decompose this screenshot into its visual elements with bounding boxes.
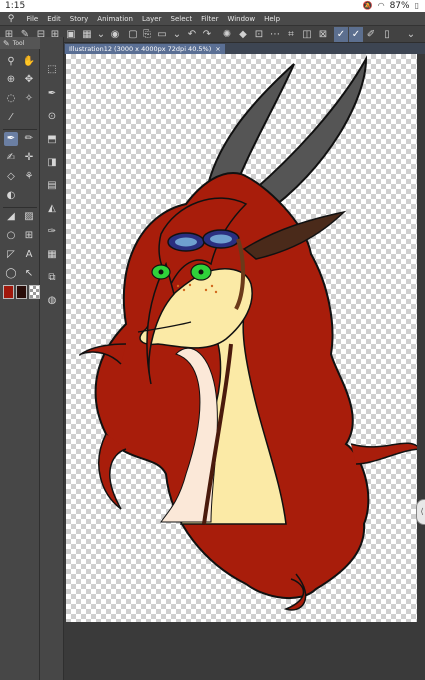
snap-icon[interactable]: ⊠ (316, 27, 330, 42)
goggle-right-lens (210, 234, 232, 244)
figure-tool-icon[interactable]: ○ (4, 229, 18, 243)
material-icon[interactable]: ▦ (45, 248, 59, 262)
layer-move-icon[interactable]: ⬚ (45, 63, 59, 77)
gradient-tool-icon[interactable]: ▨ (22, 210, 36, 224)
pen-header-icon: ✎ (3, 38, 10, 48)
canvas-tab-bar: Illustration12 (3000 x 4000px 72dpi 40.5… (64, 43, 425, 54)
save-icon[interactable]: ▭ (155, 27, 169, 42)
battery-percent: 87% (389, 1, 410, 11)
ruler-snap-icon[interactable]: ✓ (334, 27, 348, 42)
close-icon[interactable]: × (215, 45, 220, 53)
battery-icon: ▯ (414, 1, 419, 10)
sparkle-icon[interactable]: ✺ (220, 27, 234, 42)
clip-studio-window: 1:15 🔕 ◠ 87% ▯ ⚲ File Edit Story Animati… (0, 0, 425, 680)
dragon-illustration (79, 55, 417, 611)
color-icon[interactable]: ◍ (45, 294, 59, 308)
blend-tool-icon[interactable]: ◐ (4, 189, 18, 203)
menu-bar: ⚲ File Edit Story Animation Layer Select… (0, 12, 425, 25)
zoom-tool-icon[interactable]: ⚲ (4, 55, 18, 69)
tool-separator (3, 129, 37, 130)
side-panel-handle[interactable]: ⟨ (416, 499, 425, 525)
pen-pressure-icon[interactable]: ✐ (364, 27, 378, 42)
reference-icon[interactable]: ⊙ (45, 110, 59, 124)
dropdown-chevron-icon[interactable]: ⌄ (94, 27, 108, 42)
pupil-right (198, 269, 204, 275)
screen-icon[interactable]: ▣ (64, 27, 78, 42)
main-color-swatch[interactable] (3, 285, 14, 299)
frame-tool-icon[interactable]: ⊞ (22, 229, 36, 243)
mute-icon: 🔕 (362, 1, 373, 10)
android-status-bar: 1:15 🔕 ◠ 87% ▯ (0, 0, 425, 12)
canvas-area[interactable]: ⟨ (64, 54, 425, 680)
fill-icon[interactable]: ◆ (236, 27, 250, 42)
brush-preset-icon[interactable]: ✑ (45, 225, 59, 239)
curl-right (350, 442, 417, 465)
magic-wand-icon[interactable]: ✧ (22, 92, 36, 106)
device-icon[interactable]: ▯ (380, 27, 394, 42)
menu-select[interactable]: Select (166, 15, 197, 23)
menu-help[interactable]: Help (260, 15, 285, 23)
layers-icon[interactable]: ▦ (80, 27, 94, 42)
capture-icon[interactable]: ◉ (108, 27, 122, 42)
pen-subtool-icon[interactable]: ✒ (45, 87, 59, 101)
decoration-tool-icon[interactable]: ✛ (22, 151, 36, 165)
layer-property-icon[interactable]: ▤ (45, 179, 59, 193)
pencil-tool-icon[interactable]: ✏ (22, 132, 36, 146)
undo-icon[interactable]: ↶ (185, 27, 199, 42)
tool-panel-header: ✎ Tool (0, 37, 40, 49)
operation-tool-icon[interactable]: ⊕ (4, 73, 18, 87)
canvas-tab-title: Illustration12 (3000 x 4000px 72dpi 40.5… (69, 45, 212, 53)
new-file-icon[interactable]: ▢ (126, 27, 140, 42)
invert-icon[interactable]: ◫ (300, 27, 314, 42)
sub-color-swatch[interactable] (16, 285, 27, 299)
tool-separator (3, 207, 37, 208)
ruler-tool-icon[interactable]: ◸ (4, 248, 18, 262)
vector-icon[interactable]: ◭ (45, 202, 59, 216)
menu-animation[interactable]: Animation (93, 15, 138, 23)
menu-layer[interactable]: Layer (137, 15, 166, 23)
menu-story[interactable]: Story (65, 15, 93, 23)
brush-tool-icon[interactable]: ✍ (4, 151, 18, 165)
pupil-left (158, 269, 164, 275)
eyedropper-tool-icon[interactable]: ⁄ (4, 111, 18, 125)
balloon-tool-icon[interactable]: ◯ (4, 267, 18, 281)
mask-icon[interactable]: ◨ (45, 156, 59, 170)
crop-icon[interactable]: ⌗ (284, 27, 298, 42)
correct-line-tool-icon[interactable]: ↖ (22, 267, 36, 281)
sub-tool-column: ⬚ ✒ ⊙ ⬒ ◨ ▤ ◭ ✑ ▦ ⧉ ◍ (40, 37, 64, 680)
canvas-tab[interactable]: Illustration12 (3000 x 4000px 72dpi 40.5… (65, 44, 225, 54)
tool-palette: ✎ Tool ⚲ ✋ ⊕ ✥ ◌ ✧ ⁄ ✒ ✏ ✍ ✛ ◇ ⚘ ◐ ◢ ▨ ○… (0, 37, 40, 680)
deselect-icon[interactable]: ⋯ (268, 27, 282, 42)
transparent-color-swatch[interactable] (29, 285, 40, 299)
special-ruler-icon[interactable]: ✓ (349, 27, 363, 42)
text-tool-icon[interactable]: A (22, 248, 36, 262)
menu-filter[interactable]: Filter (197, 15, 223, 23)
lasso-tool-icon[interactable]: ◌ (4, 92, 18, 106)
open-file-icon[interactable]: ⎘ (140, 27, 154, 42)
selection-icon[interactable]: ⬒ (45, 133, 59, 147)
menu-window[interactable]: Window (223, 15, 260, 23)
canvas-document[interactable] (66, 54, 417, 622)
layer-stack-icon[interactable]: ⧉ (45, 271, 59, 285)
menu-file[interactable]: File (22, 15, 43, 23)
tool-panel-title: Tool (12, 39, 25, 47)
pen-tool-icon[interactable]: ✒ (4, 132, 18, 146)
eraser-tool-icon[interactable]: ◇ (4, 170, 18, 184)
fill-tool-icon[interactable]: ◢ (4, 210, 18, 224)
transform-icon[interactable]: ⊡ (252, 27, 266, 42)
move-layer-tool-icon[interactable]: ✥ (22, 73, 36, 87)
collapse-chevron-icon[interactable]: ⌄ (404, 27, 418, 42)
status-time: 1:15 (5, 1, 26, 11)
wifi-icon: ◠ (377, 1, 385, 10)
airbrush-tool-icon[interactable]: ⚘ (22, 170, 36, 184)
more-chevron-icon[interactable]: ⌄ (170, 27, 184, 42)
clip-studio-icon[interactable]: ⚲ (0, 14, 22, 24)
redo-icon[interactable]: ↷ (200, 27, 214, 42)
goggle-left-lens (175, 237, 197, 247)
hand-tool-icon[interactable]: ✋ (22, 55, 36, 69)
menu-edit[interactable]: Edit (43, 15, 66, 23)
